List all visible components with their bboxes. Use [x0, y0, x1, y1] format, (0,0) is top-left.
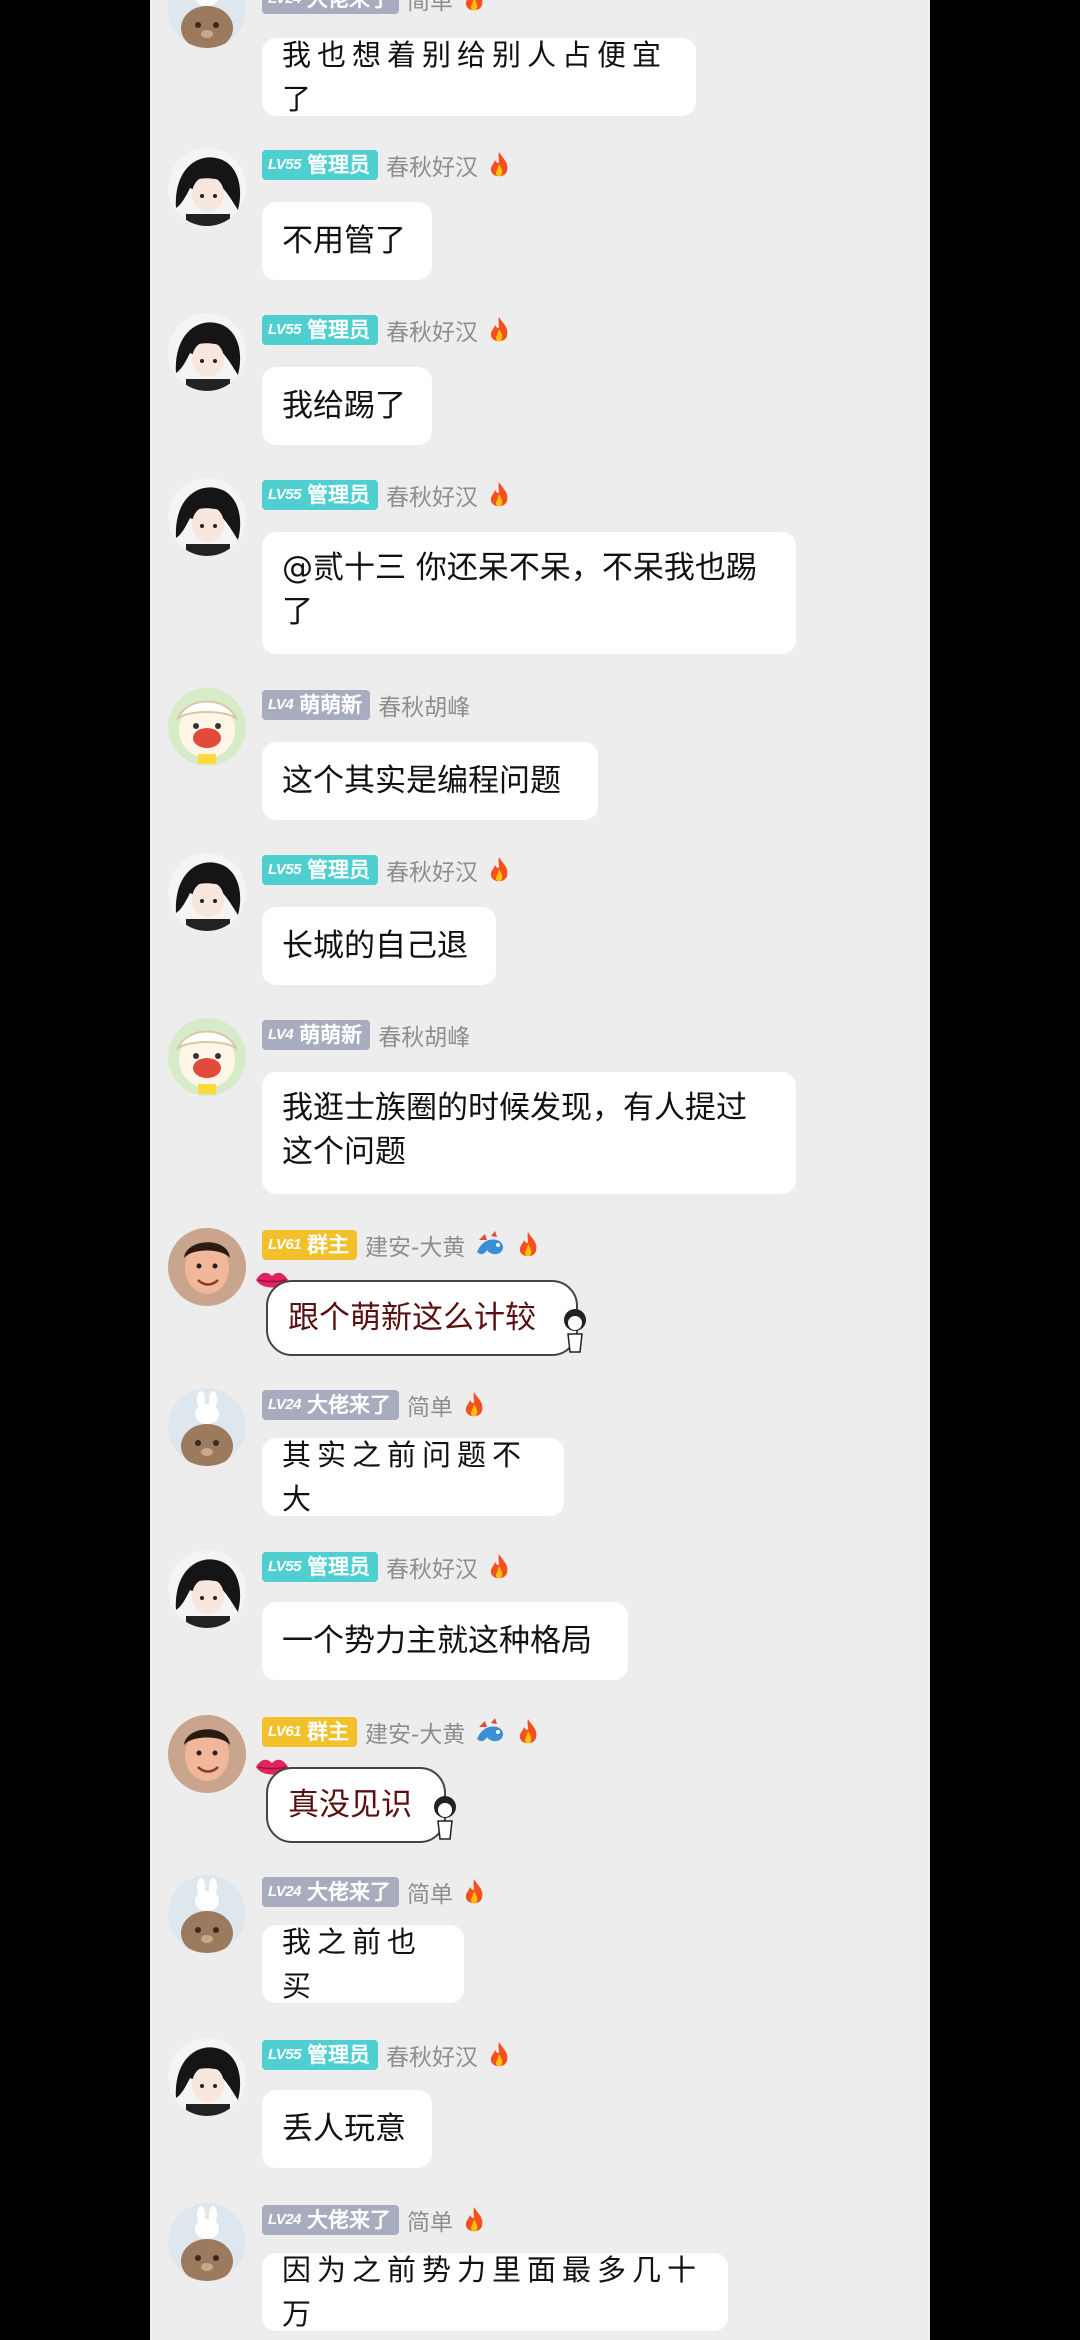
message-bubble[interactable]: 其实之前问题不大 [262, 1438, 564, 1516]
sender-name[interactable]: 春秋好汉 [386, 478, 478, 512]
fire-icon [486, 150, 512, 180]
bear-avatar[interactable] [168, 0, 246, 48]
level-badge: LV4 萌萌新 [262, 1020, 371, 1050]
fire-icon [461, 0, 487, 14]
man-avatar[interactable] [168, 1228, 246, 1306]
level-badge: LV55 管理员 [262, 1552, 379, 1582]
fire-icon [461, 1390, 487, 1420]
dragon-icon [473, 1717, 507, 1747]
message-bubble[interactable]: 丢人玩意 [262, 2090, 432, 2168]
anime-boy-avatar[interactable] [168, 1550, 246, 1628]
fire-icon [515, 1230, 541, 1260]
man-avatar[interactable] [168, 1715, 246, 1793]
sender-name[interactable]: 春秋胡峰 [378, 688, 470, 722]
sender-name[interactable]: 建安-大黄 [365, 1715, 465, 1749]
fire-icon [486, 2040, 512, 2070]
sender-name[interactable]: 简单 [407, 1875, 453, 1909]
bear-avatar[interactable] [168, 1875, 246, 1953]
message-bubble[interactable]: 长城的自己退 [262, 907, 496, 985]
fire-icon [486, 855, 512, 885]
message-bubble[interactable]: 我也想着别给别人占便宜了 [262, 38, 696, 116]
fire-icon [486, 480, 512, 510]
message-bubble[interactable]: 这个其实是编程问题 [262, 742, 598, 820]
message-bubble[interactable]: 我之前也买 [262, 1925, 464, 2003]
cartoon-girl-doodle-icon [428, 1793, 462, 1843]
sender-name[interactable]: 建安-大黄 [365, 1228, 465, 1262]
sender-name[interactable]: 春秋好汉 [386, 1550, 478, 1584]
sender-name[interactable]: 简单 [407, 0, 453, 16]
left-black-margin [0, 0, 150, 2340]
message-bubble[interactable]: 我逛士族圈的时候发现，有人提过这个问题 [262, 1072, 796, 1194]
sender-name[interactable]: 春秋好汉 [386, 313, 478, 347]
level-badge: LV55 管理员 [262, 2040, 379, 2070]
fire-icon [486, 315, 512, 345]
right-black-margin [930, 0, 1080, 2340]
message-bubble[interactable]: @贰十三 你还呆不呆，不呆我也踢了 [262, 532, 796, 654]
anime-boy-avatar[interactable] [168, 853, 246, 931]
level-badge: LV24大佬来了 [262, 1877, 400, 1907]
anime-boy-avatar[interactable] [168, 2038, 246, 2116]
fire-icon [461, 2205, 487, 2235]
level-badge: LV55 管理员 [262, 855, 379, 885]
message-bubble[interactable]: 我给踢了 [262, 367, 432, 445]
anime-boy-avatar[interactable] [168, 148, 246, 226]
cartoon-avatar[interactable] [168, 688, 246, 766]
level-badge: LV55 管理员 [262, 315, 379, 345]
level-badge: LV55 管理员 [262, 480, 379, 510]
fire-icon [515, 1717, 541, 1747]
level-badge: LV4 萌萌新 [262, 690, 371, 720]
cartoon-girl-doodle-icon [558, 1306, 592, 1356]
message-bubble[interactable]: 不用管了 [262, 202, 432, 280]
level-badge: LV61 群主 [262, 1717, 358, 1747]
sender-name[interactable]: 春秋胡峰 [378, 1018, 470, 1052]
sender-name[interactable]: 春秋好汉 [386, 148, 478, 182]
message-bubble[interactable]: 一个势力主就这种格局 [262, 1602, 628, 1680]
sender-name[interactable]: 春秋好汉 [386, 853, 478, 887]
anime-boy-avatar[interactable] [168, 478, 246, 556]
anime-boy-avatar[interactable] [168, 313, 246, 391]
level-badge: LV24大佬来了 [262, 2205, 400, 2235]
level-badge: LV24大佬来了 [262, 1390, 400, 1420]
level-badge: LV55 管理员 [262, 150, 379, 180]
message-bubble[interactable]: 真没见识 [266, 1767, 446, 1843]
dragon-icon [473, 1230, 507, 1260]
message-bubble[interactable]: 因为之前势力里面最多几十万 [262, 2253, 728, 2331]
level-badge: LV24大佬来了 [262, 0, 400, 14]
level-badge: LV61 群主 [262, 1230, 358, 1260]
bear-avatar[interactable] [168, 1388, 246, 1466]
sender-name[interactable]: 简单 [407, 1388, 453, 1422]
fire-icon [486, 1552, 512, 1582]
chat-message-list[interactable]: LV24大佬来了 简单 我也想着别给别人占便宜了 LV55管理员 春秋好汉 不用… [150, 0, 930, 2340]
sender-name[interactable]: 春秋好汉 [386, 2038, 478, 2072]
sender-name[interactable]: 简单 [407, 2203, 453, 2237]
bear-avatar[interactable] [168, 2203, 246, 2281]
fire-icon [461, 1877, 487, 1907]
cartoon-avatar[interactable] [168, 1018, 246, 1096]
message-bubble[interactable]: 跟个萌新这么计较 [266, 1280, 578, 1356]
